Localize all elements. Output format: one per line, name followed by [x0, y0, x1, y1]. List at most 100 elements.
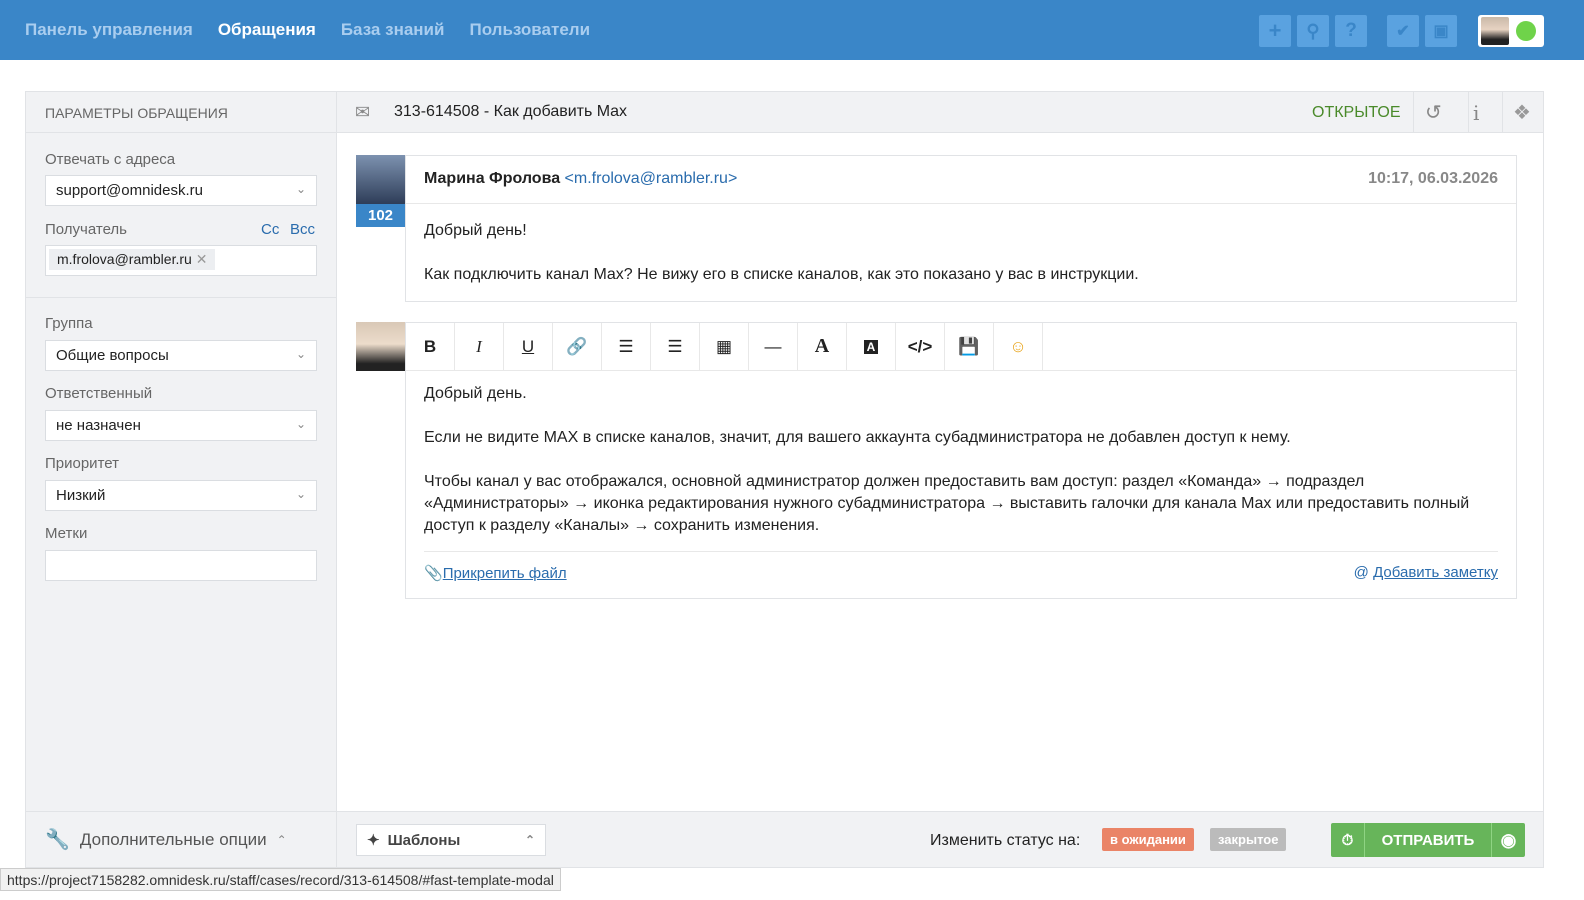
case-header: ✉ 313-614508 - Как добавить Max ОТКРЫТОЕ… — [337, 92, 1543, 133]
group-select[interactable]: Общие вопросы ⌄ — [45, 340, 317, 371]
group-label: Группа — [45, 315, 93, 332]
user-menu[interactable] — [1478, 15, 1544, 47]
message-author: Марина Фролова — [424, 170, 561, 187]
reply-line: Если не видите MAX в списке каналов, зна… — [424, 429, 1291, 446]
paperclip-icon: 📎 — [424, 565, 443, 582]
image-icon[interactable]: ▦ — [700, 323, 749, 370]
from-select[interactable]: support@omnidesk.ru ⌄ — [45, 175, 317, 206]
nav-users[interactable]: Пользователи — [469, 20, 590, 40]
avatar — [1481, 17, 1509, 45]
recipient-input[interactable]: m.frolova@rambler.ru ✕ — [45, 245, 317, 276]
case-main: ✉ 313-614508 - Как добавить Max ОТКРЫТОЕ… — [337, 92, 1543, 867]
bottom-bar: ✦ Шаблоны ⌃ Изменить статус на: в ожидании… — [337, 811, 1543, 867]
chevron-down-icon: ⌄ — [295, 347, 306, 361]
more-options-label: Дополнительные опции — [79, 829, 267, 849]
reply-editor[interactable]: B I U 🔗 ☰ ☰ ▦ — A A </> 💾 ☺ Добрый день.… — [405, 322, 1517, 599]
assignee-select[interactable]: не назначен ⌄ — [45, 410, 317, 441]
wrench-icon: 🔧 — [45, 829, 70, 851]
timer-icon[interactable]: ⏱ — [1331, 823, 1365, 857]
customer-message: Марина Фролова <m.frolova@rambler.ru> 10… — [405, 155, 1517, 302]
divider — [1468, 92, 1469, 133]
assignee-label: Ответственный — [45, 385, 153, 402]
divider — [1413, 92, 1414, 133]
browser-status-url: https://project7158282.omnidesk.ru/staff… — [0, 868, 561, 891]
briefcase-icon[interactable]: ▣ — [1425, 15, 1457, 47]
text-color-icon[interactable]: A — [798, 323, 847, 370]
divider — [26, 297, 336, 298]
add-note-link[interactable]: Добавить заметку — [1373, 564, 1498, 581]
underline-icon[interactable]: U — [504, 323, 553, 370]
message-time: 10:17, 06.03.2026 — [1368, 170, 1498, 187]
message-line: Как подключить канал Max? Не вижу его в … — [424, 266, 1139, 283]
verified-icon[interactable]: ✔ — [1387, 15, 1419, 47]
assignee-value: не назначен — [56, 417, 141, 434]
plus-icon[interactable]: + — [1259, 15, 1291, 47]
remove-icon[interactable]: ✕ — [196, 251, 208, 267]
ordered-list-icon[interactable]: ☰ — [602, 323, 651, 370]
save-icon[interactable]: 💾 — [945, 323, 994, 370]
help-icon[interactable]: ? — [1335, 15, 1367, 47]
case-panel: ПАРАМЕТРЫ ОБРАЩЕНИЯ Отвечать с адреса su… — [25, 91, 1544, 868]
agent-avatar — [356, 322, 405, 371]
nav-cases[interactable]: Обращения — [218, 20, 316, 40]
nav-knowledge-base[interactable]: База знаний — [341, 20, 445, 40]
reply-line: Чтобы канал у вас отображался, основной … — [424, 473, 1470, 534]
history-icon[interactable]: ↺ — [1425, 100, 1442, 125]
send-button-group: ⏱ ОТПРАВИТЬ ◉ — [1331, 823, 1525, 857]
chevron-up-icon: ⌃ — [276, 832, 287, 847]
background-color-icon[interactable]: A — [847, 323, 896, 370]
online-status-icon — [1516, 21, 1536, 41]
nav-dashboard[interactable]: Панель управления — [25, 20, 193, 40]
bold-icon[interactable]: B — [406, 323, 455, 370]
chevron-down-icon: ⌄ — [295, 417, 306, 431]
recipient-tag-text: m.frolova@rambler.ru — [57, 251, 192, 267]
horizontal-rule-icon[interactable]: — — [749, 323, 798, 370]
recipient-tag: m.frolova@rambler.ru ✕ — [49, 249, 216, 270]
priority-select[interactable]: Низкий ⌄ — [45, 480, 317, 511]
message-email[interactable]: <m.frolova@rambler.ru> — [565, 170, 738, 187]
priority-label: Приоритет — [45, 455, 119, 472]
change-status-label: Изменить статус на: — [930, 832, 1081, 849]
editor-toolbar: B I U 🔗 ☰ ☰ ▦ — A A </> 💾 ☺ — [406, 323, 1516, 371]
chevron-down-icon: ⌄ — [295, 182, 306, 196]
bcc-link[interactable]: Bcc — [290, 221, 315, 238]
from-value: support@omnidesk.ru — [56, 182, 203, 199]
reply-line: Добрый день. — [424, 385, 527, 402]
customer-case-count[interactable]: 102 — [356, 204, 405, 227]
bullet-list-icon[interactable]: ☰ — [651, 323, 700, 370]
templates-label: Шаблоны — [387, 831, 461, 849]
priority-value: Низкий — [56, 487, 106, 504]
chevron-down-icon: ⌄ — [295, 487, 306, 501]
italic-icon[interactable]: I — [455, 323, 504, 370]
link-icon[interactable]: 🔗 — [553, 323, 602, 370]
at-icon: @ — [1353, 564, 1369, 581]
chevron-up-icon: ⌃ — [524, 833, 535, 847]
case-subject: 313-614508 - Как добавить Max — [394, 103, 627, 120]
tags-input[interactable] — [45, 550, 317, 581]
puzzle-icon[interactable]: ❖ — [1513, 100, 1531, 125]
templates-button[interactable]: ✦ Шаблоны ⌃ — [356, 824, 546, 856]
more-options-toggle[interactable]: 🔧 Дополнительные опции ⌃ — [26, 811, 336, 867]
top-bar: Панель управления Обращения База знаний … — [0, 0, 1584, 60]
customer-avatar — [356, 155, 405, 204]
magic-wand-icon: ✦ — [367, 832, 380, 849]
emoji-icon[interactable]: ☺ — [994, 323, 1043, 370]
status-pending-button[interactable]: в ожидании — [1102, 828, 1194, 851]
search-icon[interactable]: ⚲ — [1297, 15, 1329, 47]
send-button[interactable]: ОТПРАВИТЬ — [1365, 823, 1491, 857]
case-status: ОТКРЫТОЕ — [1312, 104, 1401, 121]
reply-body[interactable]: Добрый день. Если не видите MAX в списке… — [406, 371, 1516, 549]
send-options-icon[interactable]: ◉ — [1491, 823, 1525, 857]
envelope-icon: ✉ — [355, 102, 371, 122]
status-closed-button[interactable]: закрытое — [1210, 828, 1287, 851]
info-icon[interactable]: i — [1473, 101, 1479, 125]
attach-file-link[interactable]: Прикрепить файл — [443, 565, 567, 582]
divider — [1502, 92, 1503, 133]
code-icon[interactable]: </> — [896, 323, 945, 370]
from-label: Отвечать с адреса — [45, 151, 176, 168]
main-nav: Панель управления Обращения База знаний … — [25, 0, 590, 60]
group-value: Общие вопросы — [56, 347, 169, 364]
sidebar-title: ПАРАМЕТРЫ ОБРАЩЕНИЯ — [26, 92, 336, 133]
tags-label: Метки — [45, 525, 88, 542]
cc-link[interactable]: Cc — [261, 221, 279, 238]
